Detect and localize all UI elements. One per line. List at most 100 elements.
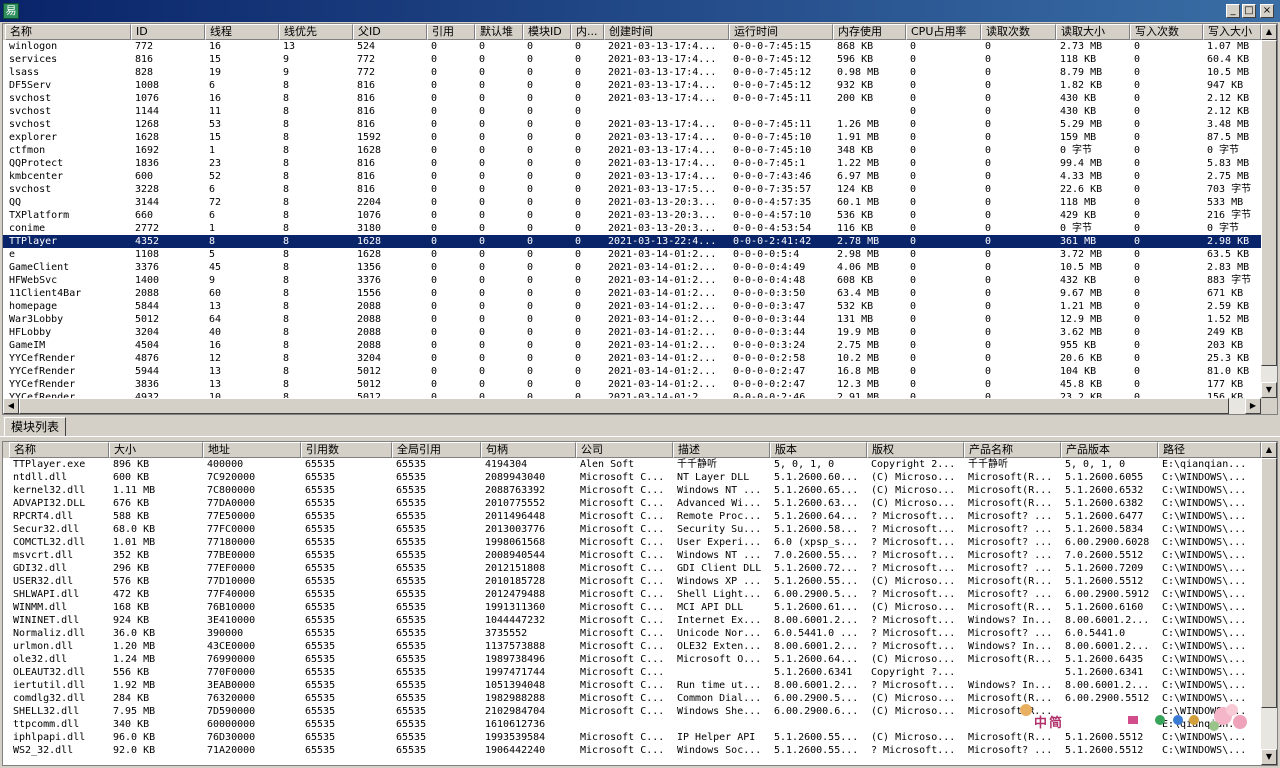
column-header[interactable]: 版本 bbox=[770, 442, 867, 458]
column-header[interactable]: 大小 bbox=[109, 442, 203, 458]
table-row[interactable]: YYCefRender 5944 13 8 5012 0 0 0 0 2021-03-14-01:… bbox=[3, 365, 1261, 378]
app-icon[interactable]: 易 bbox=[3, 3, 19, 19]
table-row[interactable]: urlmon.dll 1.20 MB 43CE0000 65535 65535 11375… bbox=[3, 640, 1261, 653]
ime-toolbar[interactable]: 中简 bbox=[1018, 700, 1248, 738]
table-cell: HFWebSvc bbox=[9, 275, 58, 286]
table-cell: 896 KB bbox=[113, 459, 150, 470]
table-row[interactable]: YYCefRender 4876 12 8 3204 0 0 0 0 2021-03-14-01:… bbox=[3, 352, 1261, 365]
table-row[interactable]: homepage 5844 13 8 2088 0 0 0 0 2021-03-14-01:2..… bbox=[3, 300, 1261, 313]
scroll-up-arrow-icon[interactable]: ▲ bbox=[1261, 24, 1277, 40]
table-row[interactable]: DF5Serv 1008 6 8 816 0 0 0 0 2021-03-13-17:4... 0-… bbox=[3, 79, 1261, 92]
table-row[interactable]: GDI32.dll 296 KB 77EF0000 65535 65535 2012151… bbox=[3, 562, 1261, 575]
table-row[interactable]: ctfmon 1692 1 8 1628 0 0 0 0 2021-03-13-17:4... 0-… bbox=[3, 144, 1261, 157]
minimize-button[interactable]: _ bbox=[1226, 4, 1240, 18]
table-row[interactable]: TXPlatform 660 6 8 1076 0 0 0 0 2021-03-13-20:3..… bbox=[3, 209, 1261, 222]
column-header[interactable]: 线程 bbox=[205, 24, 279, 40]
table-row[interactable]: WS2_32.dll 92.0 KB 71A20000 65535 65535 19064… bbox=[3, 744, 1261, 757]
table-row[interactable]: WINMM.dll 168 KB 76B10000 65535 65535 1991311… bbox=[3, 601, 1261, 614]
column-header[interactable]: 地址 bbox=[203, 442, 301, 458]
column-header[interactable]: 引用数 bbox=[301, 442, 392, 458]
hscroll-thumb[interactable] bbox=[19, 398, 1229, 414]
scroll-up-arrow-icon[interactable]: ▲ bbox=[1261, 442, 1277, 458]
column-header[interactable]: 全局引用 bbox=[392, 442, 481, 458]
table-cell: Secur32.dll bbox=[13, 524, 80, 535]
scroll-down-arrow-icon[interactable]: ▼ bbox=[1261, 749, 1277, 765]
column-header[interactable]: 句柄 bbox=[481, 442, 576, 458]
column-header[interactable]: ID bbox=[131, 24, 205, 40]
table-row[interactable]: OLEAUT32.dll 556 KB 770F0000 65535 65535 1997… bbox=[3, 666, 1261, 679]
table-row[interactable]: YYCefRender 3836 13 8 5012 0 0 0 0 2021-03-14-01:… bbox=[3, 378, 1261, 391]
column-header[interactable]: 运行时间 bbox=[729, 24, 833, 40]
column-header[interactable]: CPU占用率 bbox=[906, 24, 981, 40]
table-row[interactable]: War3Lobby 5012 64 8 2088 0 0 0 0 2021-03-14-01:2.… bbox=[3, 313, 1261, 326]
table-row[interactable]: services 816 15 9 772 0 0 0 0 2021-03-13-17:4... 0… bbox=[3, 53, 1261, 66]
column-header[interactable]: 名称 bbox=[5, 24, 131, 40]
table-row[interactable]: 11Client4Bar 2088 60 8 1556 0 0 0 0 2021-03-14-01… bbox=[3, 287, 1261, 300]
column-header[interactable]: 产品版本 bbox=[1061, 442, 1158, 458]
column-header[interactable]: 读取大小 bbox=[1056, 24, 1130, 40]
column-header[interactable]: 读取次数 bbox=[981, 24, 1056, 40]
table-row[interactable]: WININET.dll 924 KB 3E410000 65535 65535 10444… bbox=[3, 614, 1261, 627]
table-row[interactable]: Normaliz.dll 36.0 KB 390000 65535 65535 37355… bbox=[3, 627, 1261, 640]
table-row[interactable]: SHLWAPI.dll 472 KB 77F40000 65535 65535 20124… bbox=[3, 588, 1261, 601]
column-header[interactable]: 路径 bbox=[1158, 442, 1261, 458]
column-header[interactable]: 写入次数 bbox=[1130, 24, 1203, 40]
module-vertical-scrollbar[interactable]: ▲ ▼ bbox=[1261, 442, 1277, 765]
column-header[interactable]: 内... bbox=[571, 24, 604, 40]
table-row[interactable]: TTPlayer.exe 896 KB 400000 65535 65535 419430… bbox=[3, 458, 1261, 471]
table-cell: 1044447232 bbox=[485, 615, 546, 626]
table-row[interactable]: svchost 1144 11 8 816 0 0 0 0 0 0 430 KB 0 2.12 KB bbox=[3, 105, 1261, 118]
table-row[interactable]: svchost 3228 6 8 816 0 0 0 0 2021-03-13-17:5... 0-… bbox=[3, 183, 1261, 196]
table-row[interactable]: kernel32.dll 1.11 MB 7C800000 65535 65535 208… bbox=[3, 484, 1261, 497]
scroll-thumb[interactable] bbox=[1261, 40, 1277, 366]
table-row[interactable]: e 1108 5 8 1628 0 0 0 0 2021-03-14-01:2... 0-0-0-0… bbox=[3, 248, 1261, 261]
table-row[interactable]: svchost 1268 53 8 816 0 0 0 0 2021-03-13-17:4... 0… bbox=[3, 118, 1261, 131]
scroll-down-arrow-icon[interactable]: ▼ bbox=[1261, 382, 1277, 398]
table-row[interactable]: COMCTL32.dll 1.01 MB 77180000 65535 65535 199… bbox=[3, 536, 1261, 549]
column-header[interactable]: 描述 bbox=[673, 442, 770, 458]
table-row[interactable]: lsass 828 19 9 772 0 0 0 0 2021-03-13-17:4... 0-0-… bbox=[3, 66, 1261, 79]
table-row[interactable]: msvcrt.dll 352 KB 77BE0000 65535 65535 200894… bbox=[3, 549, 1261, 562]
scroll-thumb[interactable] bbox=[1261, 458, 1277, 708]
column-header[interactable]: 内存使用 bbox=[833, 24, 906, 40]
table-row[interactable]: RPCRT4.dll 588 KB 77E50000 65535 65535 201149… bbox=[3, 510, 1261, 523]
close-button[interactable]: × bbox=[1260, 4, 1274, 18]
table-row[interactable]: QQ 3144 72 8 2204 0 0 0 0 2021-03-13-20:3... 0-0-0… bbox=[3, 196, 1261, 209]
process-list[interactable]: 名称 ID 线程 线优先 父ID 引用 默认堆 模块ID 内... 创建时间 运行时间 内存使用 CPU… bbox=[2, 23, 1278, 415]
table-row[interactable]: GameIM 4504 16 8 2088 0 0 0 0 2021-03-14-01:2... 0… bbox=[3, 339, 1261, 352]
column-header[interactable]: 公司 bbox=[576, 442, 673, 458]
column-header[interactable]: 模块ID bbox=[523, 24, 571, 40]
column-header[interactable]: 名称 bbox=[9, 442, 109, 458]
maximize-button[interactable]: □ bbox=[1242, 4, 1256, 18]
table-row[interactable]: USER32.dll 576 KB 77D10000 65535 65535 201018… bbox=[3, 575, 1261, 588]
table-row[interactable]: TTPlayer 4352 8 8 1628 0 0 0 0 2021-03-13-22:4...… bbox=[3, 235, 1261, 248]
column-header[interactable]: 产品名称 bbox=[964, 442, 1061, 458]
table-row[interactable]: QQProtect 1836 23 8 816 0 0 0 0 2021-03-13-17:4..… bbox=[3, 157, 1261, 170]
column-header[interactable]: 版权 bbox=[867, 442, 964, 458]
table-row[interactable]: svchost 1076 16 8 816 0 0 0 0 2021-03-13-17:4... 0… bbox=[3, 92, 1261, 105]
table-row[interactable]: Secur32.dll 68.0 KB 77FC0000 65535 65535 2013… bbox=[3, 523, 1261, 536]
table-row[interactable]: ADVAPI32.DLL 676 KB 77DA0000 65535 65535 2010… bbox=[3, 497, 1261, 510]
table-row[interactable]: ole32.dll 1.24 MB 76990000 65535 65535 198973… bbox=[3, 653, 1261, 666]
table-row[interactable]: explorer 1628 15 8 1592 0 0 0 0 2021-03-13-17:4..… bbox=[3, 131, 1261, 144]
table-row[interactable]: conime 2772 1 8 3180 0 0 0 0 2021-03-13-20:3... 0-… bbox=[3, 222, 1261, 235]
table-row[interactable]: HFLobby 3204 40 8 2088 0 0 0 0 2021-03-14-01:2...… bbox=[3, 326, 1261, 339]
process-vertical-scrollbar[interactable]: ▲ ▼ bbox=[1261, 24, 1277, 398]
table-cell: 0 bbox=[479, 327, 486, 338]
column-header[interactable]: 默认堆 bbox=[475, 24, 523, 40]
table-row[interactable]: ntdll.dll 600 KB 7C920000 65535 65535 2089943… bbox=[3, 471, 1261, 484]
column-header[interactable]: 父ID bbox=[353, 24, 427, 40]
table-row[interactable]: winlogon 772 16 13 524 0 0 0 0 2021-03-13-17:4...… bbox=[3, 40, 1261, 53]
table-row[interactable]: GameClient 3376 45 8 1356 0 0 0 0 2021-03-14-01:2… bbox=[3, 261, 1261, 274]
scroll-left-arrow-icon[interactable]: ◀ bbox=[3, 398, 19, 414]
scroll-right-arrow-icon[interactable]: ▶ bbox=[1245, 398, 1261, 414]
column-header[interactable]: 引用 bbox=[427, 24, 475, 40]
table-row[interactable]: iertutil.dll 1.92 MB 3EAB0000 65535 65535 105… bbox=[3, 679, 1261, 692]
column-header[interactable]: 创建时间 bbox=[604, 24, 729, 40]
tab-module-list[interactable]: 模块列表 bbox=[4, 417, 67, 437]
process-horizontal-scrollbar[interactable]: ◀ ▶ bbox=[3, 398, 1261, 414]
column-header[interactable]: 写入大小 bbox=[1203, 24, 1261, 40]
table-row[interactable]: HFWebSvc 1400 9 8 3376 0 0 0 0 2021-03-14-01:2...… bbox=[3, 274, 1261, 287]
column-header[interactable]: 线优先 bbox=[279, 24, 353, 40]
table-row[interactable]: kmbcenter 600 52 8 816 0 0 0 0 2021-03-13-17:4...… bbox=[3, 170, 1261, 183]
